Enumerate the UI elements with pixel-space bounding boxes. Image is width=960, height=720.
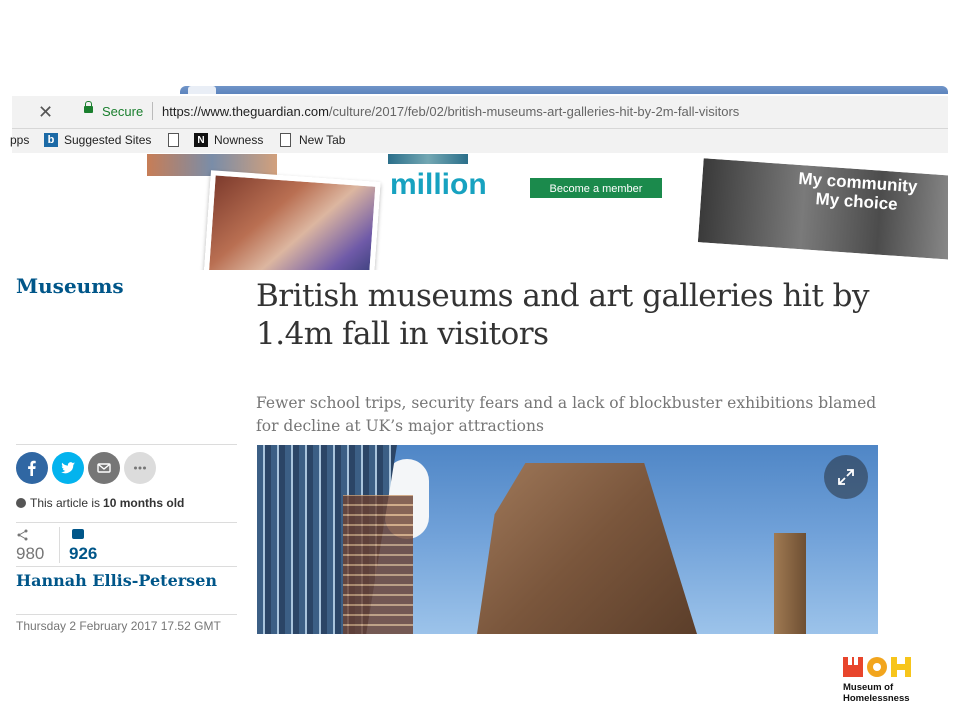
become-member-button[interactable]: Become a member	[530, 178, 662, 198]
advert-banner[interactable]: million Become a member My community My …	[12, 154, 948, 270]
article-age-notice: This article is 10 months old	[16, 496, 187, 510]
stop-loading-icon[interactable]: ✕	[38, 102, 53, 123]
section-link-museums[interactable]: Museums	[16, 274, 124, 298]
secure-label[interactable]: Secure	[102, 104, 143, 119]
facebook-share-button[interactable]	[16, 452, 48, 484]
community-caption: My community My choice	[797, 169, 918, 215]
bookmark-page-icon-item[interactable]	[168, 133, 187, 147]
mail-icon	[97, 463, 111, 473]
share-count-icon	[17, 529, 28, 541]
meta-divider	[16, 522, 237, 523]
url-path: /culture/2017/feb/02/british-museums-art…	[328, 104, 740, 119]
expand-icon	[838, 469, 854, 485]
browser-tab[interactable]	[188, 86, 216, 94]
address-bar[interactable]: ✕ Secure https://www.theguardian.com/cul…	[12, 96, 948, 129]
image-chimney-tower	[774, 533, 806, 634]
moh-logo-mark	[843, 657, 911, 677]
bing-icon: b	[44, 133, 58, 147]
article-age-prefix: This article is	[30, 496, 101, 510]
banner-photo-group	[203, 170, 381, 270]
banner-photo-strip	[388, 154, 468, 164]
twitter-icon	[61, 462, 75, 474]
comment-icon[interactable]	[72, 529, 84, 539]
count-divider	[59, 527, 60, 563]
article-main-image[interactable]	[257, 445, 878, 634]
email-share-button[interactable]	[88, 452, 120, 484]
bookmark-suggested-sites-label: Suggested Sites	[64, 133, 152, 147]
meta-divider	[16, 444, 237, 445]
comment-count-link[interactable]: 926	[69, 544, 97, 564]
bookmark-nowness-label: Nowness	[214, 133, 264, 147]
expand-image-button[interactable]	[824, 455, 868, 499]
facebook-icon	[28, 460, 36, 476]
image-brick-building	[343, 495, 413, 634]
clock-icon	[16, 498, 26, 508]
article-standfirst: Fewer school trips, security fears and a…	[256, 394, 877, 435]
bookmark-suggested-sites[interactable]: b Suggested Sites	[44, 133, 151, 147]
bookmark-nowness[interactable]: N Nowness	[194, 133, 263, 147]
banner-community-photo: My community My choice	[693, 154, 948, 265]
logo-line-2: Homelessness	[843, 693, 910, 704]
image-tate-modern-extension	[477, 463, 697, 634]
meta-divider	[16, 614, 237, 615]
publication-date: Thursday 2 February 2017 17.52 GMT	[16, 619, 221, 633]
page-icon	[168, 133, 179, 147]
bookmark-apps[interactable]: pps	[10, 133, 29, 147]
banner-million-text: million	[390, 168, 487, 201]
share-buttons	[16, 452, 156, 484]
article-age-value: 10 months old	[103, 496, 185, 510]
article-headline: British museums and art galleries hit by…	[256, 278, 870, 352]
logo-text: Museum of Homelessness	[843, 682, 911, 704]
url-text[interactable]: https://www.theguardian.com/culture/2017…	[162, 104, 739, 119]
meta-divider	[16, 566, 237, 567]
bookmarks-bar: pps b Suggested Sites N Nowness New Tab	[10, 129, 948, 153]
bookmark-apps-label: pps	[10, 133, 30, 147]
browser-tab-strip	[180, 86, 948, 94]
bookmark-new-tab[interactable]: New Tab	[280, 133, 345, 147]
logo-line-1: Museum of	[843, 682, 894, 693]
bookmark-new-tab-label: New Tab	[299, 133, 346, 147]
author-link[interactable]: Hannah Ellis-Petersen	[16, 571, 217, 590]
address-divider	[152, 102, 153, 120]
url-host: https://www.theguardian.com	[162, 104, 329, 119]
nowness-icon: N	[194, 133, 208, 147]
twitter-share-button[interactable]	[52, 452, 84, 484]
museum-of-homelessness-logo: Museum of Homelessness	[843, 655, 911, 704]
page-icon	[280, 133, 291, 147]
more-share-button[interactable]	[124, 452, 156, 484]
lock-icon[interactable]	[84, 101, 93, 113]
share-count: 980	[16, 544, 45, 563]
more-dots-icon	[134, 466, 146, 470]
